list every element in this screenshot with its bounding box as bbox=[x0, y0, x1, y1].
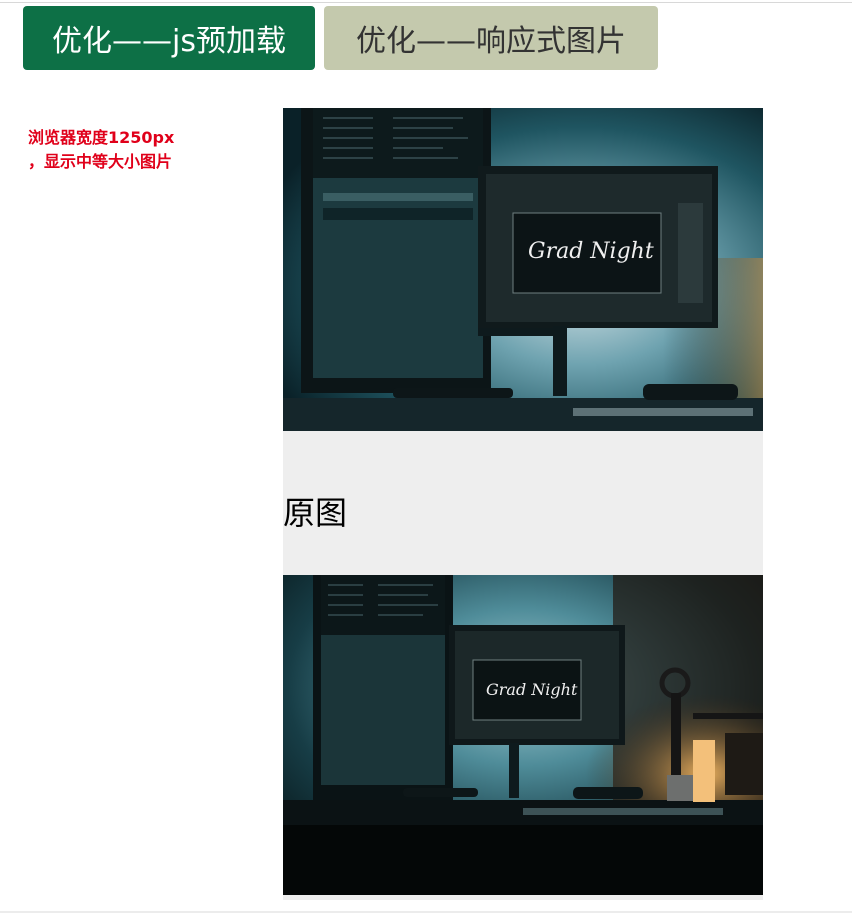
medium-image: Grad Night bbox=[283, 108, 763, 431]
screen-text-2: Grad Night bbox=[486, 680, 578, 699]
tab-js-preload-label: 优化——js预加载 bbox=[52, 24, 286, 59]
tab-responsive-images[interactable]: 优化——响应式图片 bbox=[324, 6, 658, 70]
screen-text-1: Grad Night bbox=[528, 239, 654, 264]
bottom-divider bbox=[0, 911, 852, 913]
original-image: Grad Night bbox=[283, 575, 763, 895]
browser-width-note: 浏览器宽度1250px ，显示中等大小图片 bbox=[28, 126, 228, 174]
tab-responsive-images-label: 优化——响应式图片 bbox=[356, 24, 626, 59]
tab-js-preload[interactable]: 优化——js预加载 bbox=[23, 6, 315, 70]
note-line-2: ，显示中等大小图片 bbox=[28, 152, 173, 171]
original-image-caption: 原图 bbox=[283, 494, 348, 532]
top-divider bbox=[0, 2, 852, 3]
note-line-1: 浏览器宽度1250px bbox=[28, 128, 175, 147]
image-panel: Grad Night 原图 Grad Night bbox=[283, 108, 763, 900]
